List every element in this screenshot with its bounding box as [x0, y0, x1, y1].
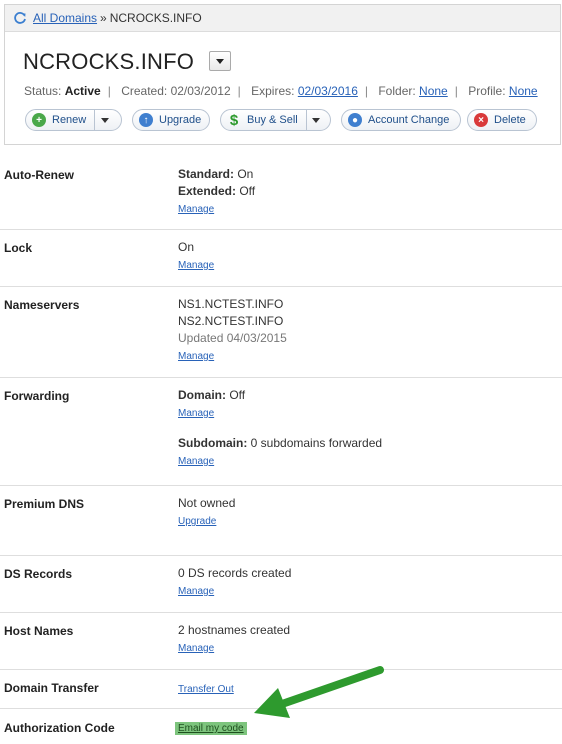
- host-names-value: 2 hostnames created Manage: [178, 622, 290, 657]
- authorization-code-value: Email my code: [175, 719, 247, 737]
- auto-renew-label: Auto-Renew: [4, 168, 74, 182]
- delete-icon: ×: [474, 113, 488, 127]
- premium-dns-value: Not owned Upgrade: [178, 495, 235, 530]
- premium-dns-upgrade-link[interactable]: Upgrade: [178, 513, 216, 530]
- user-icon: ●: [348, 113, 362, 127]
- standard-value: On: [234, 167, 254, 181]
- forwarding-domain-value: Off: [226, 388, 246, 402]
- created-label: Created:: [121, 84, 168, 98]
- auto-renew-value: Standard: On Extended: Off Manage: [178, 166, 255, 218]
- ds-records-value: 0 DS records created Manage: [178, 565, 291, 600]
- status-value: Active: [64, 84, 101, 98]
- premium-dns-status: Not owned: [178, 496, 236, 510]
- row-lock: Lock On Manage: [0, 230, 562, 287]
- breadcrumb-separator: »: [100, 11, 107, 25]
- breadcrumb-current: NCROCKS.INFO: [109, 11, 202, 25]
- nameserver-2: NS2.NCTEST.INFO: [178, 314, 284, 328]
- forwarding-label: Forwarding: [4, 389, 70, 403]
- domain-menu-dropdown[interactable]: [209, 51, 231, 71]
- delete-button[interactable]: × Delete: [467, 109, 537, 131]
- lock-manage-link[interactable]: Manage: [178, 257, 214, 274]
- domain-status-line: Status: Active | Created: 02/03/2012 | Exp…: [24, 84, 538, 98]
- nameservers-value: NS1.NCTEST.INFO NS2.NCTEST.INFO Updated …: [178, 296, 287, 365]
- ds-records-status: 0 DS records created: [178, 566, 292, 580]
- chevron-down-icon: [216, 58, 224, 64]
- forwarding-subdomain-label: Subdomain:: [178, 436, 248, 450]
- renew-icon: +: [32, 113, 46, 127]
- transfer-out-link[interactable]: Transfer Out: [178, 681, 234, 698]
- lock-status: On: [178, 240, 195, 254]
- nameservers-manage-link[interactable]: Manage: [178, 348, 214, 365]
- host-names-label: Host Names: [4, 624, 74, 638]
- upgrade-icon: ↑: [139, 113, 153, 127]
- ds-records-label: DS Records: [4, 567, 73, 581]
- email-my-code-link[interactable]: Email my code: [175, 722, 247, 735]
- expires-date-link[interactable]: 02/03/2016: [298, 84, 358, 98]
- upgrade-button[interactable]: ↑ Upgrade: [132, 109, 210, 131]
- row-premium-dns: Premium DNS Not owned Upgrade: [0, 486, 562, 556]
- status-label: Status:: [24, 84, 62, 98]
- created-value: 02/03/2012: [170, 84, 231, 98]
- forwarding-domain-manage-link[interactable]: Manage: [178, 405, 214, 422]
- domain-header-panel: All Domains » NCROCKS.INFO NCROCKS.INFO …: [4, 4, 561, 145]
- auto-renew-manage-link[interactable]: Manage: [178, 201, 214, 218]
- forwarding-domain-label: Domain:: [178, 388, 226, 402]
- chevron-down-icon: [100, 117, 109, 123]
- breadcrumb-all-domains-link[interactable]: All Domains: [33, 11, 97, 25]
- forwarding-subdomain-manage-link[interactable]: Manage: [178, 453, 214, 470]
- dollar-icon: $: [229, 111, 239, 129]
- breadcrumb: All Domains » NCROCKS.INFO: [5, 5, 560, 32]
- refresh-icon[interactable]: [13, 11, 27, 25]
- expires-label: Expires:: [251, 84, 295, 98]
- folder-link[interactable]: None: [419, 84, 448, 98]
- upgrade-label: Upgrade: [159, 114, 202, 126]
- row-auto-renew: Auto-Renew Standard: On Extended: Off Ma…: [0, 157, 562, 230]
- lock-value: On Manage: [178, 239, 214, 274]
- nameservers-updated: Updated 04/03/2015: [178, 331, 287, 345]
- standard-label: Standard:: [178, 167, 235, 181]
- ds-records-manage-link[interactable]: Manage: [178, 583, 214, 600]
- lock-label: Lock: [4, 241, 33, 255]
- buy-sell-label: Buy & Sell: [247, 114, 298, 126]
- row-forwarding: Forwarding Domain: Off Manage Subdomain:…: [0, 378, 562, 486]
- forwarding-value: Domain: Off Manage Subdomain: 0 subdomai…: [178, 387, 382, 470]
- buy-sell-button[interactable]: $ Buy & Sell: [220, 109, 331, 131]
- renew-label: Renew: [52, 114, 87, 126]
- pointer-arrow-icon: [254, 666, 384, 718]
- nameservers-label: Nameservers: [4, 298, 80, 312]
- profile-label: Profile:: [468, 84, 506, 98]
- delete-label: Delete: [494, 114, 526, 126]
- domain-transfer-label: Domain Transfer: [4, 681, 99, 695]
- host-names-status: 2 hostnames created: [178, 623, 291, 637]
- account-change-button[interactable]: ● Account Change: [341, 109, 461, 131]
- host-names-manage-link[interactable]: Manage: [178, 640, 214, 657]
- buy-sell-dropdown[interactable]: [305, 110, 326, 130]
- folder-label: Folder:: [378, 84, 416, 98]
- forwarding-subdomain-value: 0 subdomains forwarded: [247, 436, 383, 450]
- renew-button[interactable]: + Renew: [25, 109, 122, 131]
- row-ds-records: DS Records 0 DS records created Manage: [0, 556, 562, 613]
- profile-link[interactable]: None: [509, 84, 538, 98]
- page-title: NCROCKS.INFO: [23, 49, 195, 74]
- renew-dropdown[interactable]: [94, 110, 114, 130]
- account-change-label: Account Change: [368, 114, 450, 126]
- nameserver-1: NS1.NCTEST.INFO: [178, 297, 284, 311]
- domain-transfer-value: Transfer Out: [178, 680, 234, 698]
- chevron-down-icon: [312, 117, 321, 123]
- row-nameservers: Nameservers NS1.NCTEST.INFO NS2.NCTEST.I…: [0, 287, 562, 378]
- extended-label: Extended:: [178, 184, 237, 198]
- premium-dns-label: Premium DNS: [4, 497, 85, 511]
- extended-value: Off: [236, 184, 256, 198]
- authorization-code-label: Authorization Code: [4, 721, 115, 735]
